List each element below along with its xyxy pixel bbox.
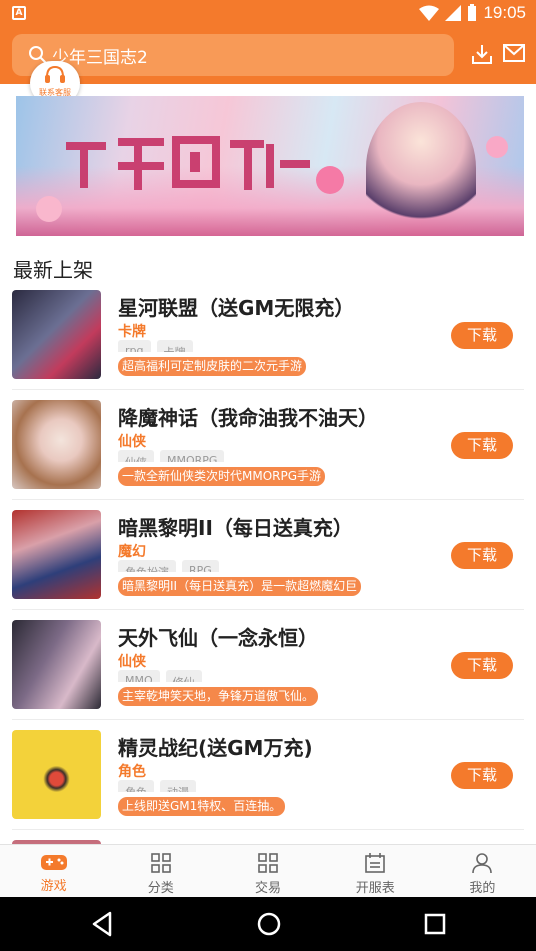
game-category: 仙侠 <box>118 434 146 450</box>
grid-icon <box>258 853 278 873</box>
tag: 仙侠 <box>118 450 154 462</box>
game-description: 暗黑黎明II（每日送真充）是一款超燃魔幻巨 <box>118 577 362 596</box>
download-button[interactable]: 下载 <box>451 542 513 569</box>
battery-icon <box>468 4 477 21</box>
game-list-item[interactable]: 天外飞仙（一念永恒） 仙侠 MMO 修仙 主宰乾坤笑天地，争锋万道傲飞仙。 下载 <box>0 610 536 720</box>
grid-icon <box>150 853 171 873</box>
tab-label: 开服表 <box>355 881 395 896</box>
game-list-item[interactable]: 精灵战纪(送GM万充) 角色 角色 动漫 上线即送GM1特权、百连抽。 下载 <box>0 720 536 830</box>
recent-apps-icon[interactable] <box>424 913 446 935</box>
system-navigation-bar <box>0 897 536 951</box>
download-button[interactable]: 下载 <box>451 762 513 789</box>
download-button[interactable]: 下载 <box>451 322 513 349</box>
game-list-item[interactable] <box>0 830 536 844</box>
game-category: 卡牌 <box>118 324 146 340</box>
tag: MMORPG <box>160 450 225 462</box>
tag: 角色 <box>118 780 154 792</box>
banner-logo-art <box>66 136 310 190</box>
tab-label: 我的 <box>469 881 496 896</box>
mail-icon[interactable] <box>503 44 525 62</box>
game-list-item[interactable]: 降魔神话（我命油我不油天） 仙侠 仙侠 MMORPG 一款全新仙侠类次时代MMO… <box>0 390 536 500</box>
tag: 角色扮演 <box>118 560 176 572</box>
game-name: 降魔神话（我命油我不油天） <box>118 406 378 430</box>
tab-label: 游戏 <box>40 879 67 894</box>
tag: RPG <box>182 560 219 572</box>
game-thumbnail <box>12 400 101 489</box>
back-icon[interactable] <box>90 911 114 937</box>
game-category: 角色 <box>118 764 146 780</box>
wifi-icon <box>419 5 440 21</box>
gamepad-icon <box>40 855 67 870</box>
app-screen: A 19:05 少年三国志2 联系客服 最新上架 星河联盟（送GM无限充） 卡牌… <box>0 0 536 951</box>
game-description: 一款全新仙侠类次时代MMORPG手游 <box>118 467 326 486</box>
promo-banner[interactable] <box>16 96 524 236</box>
game-tags: 角色 动漫 <box>118 780 196 792</box>
game-thumbnail <box>12 620 101 709</box>
game-tags: 角色扮演 RPG <box>118 560 219 572</box>
game-name: 星河联盟（送GM无限充） <box>118 296 355 320</box>
game-tags: MMO 修仙 <box>118 670 202 682</box>
game-tags: rpg 卡牌 <box>118 340 193 352</box>
download-icon[interactable] <box>471 43 493 65</box>
tab-label: 交易 <box>255 881 282 896</box>
clock: 19:05 <box>483 3 526 22</box>
calendar-icon <box>365 853 386 873</box>
notification-icon: A <box>12 6 26 20</box>
game-thumbnail <box>12 290 101 379</box>
game-category: 魔幻 <box>118 544 146 560</box>
game-list-item[interactable]: 星河联盟（送GM无限充） 卡牌 rpg 卡牌 超高福利可定制皮肤的二次元手游 下… <box>0 280 536 390</box>
game-description: 主宰乾坤笑天地，争锋万道傲飞仙。 <box>118 687 319 706</box>
person-icon <box>472 853 493 874</box>
game-thumbnail <box>12 730 101 819</box>
tab-trade[interactable]: 交易 <box>214 845 321 897</box>
bottom-navigation: 游戏 分类 交易 开服表 我的 <box>0 844 536 897</box>
download-button[interactable]: 下载 <box>451 652 513 679</box>
tab-category[interactable]: 分类 <box>107 845 214 897</box>
top-header: 少年三国志2 <box>0 26 536 84</box>
section-title: 最新上架 <box>13 258 93 282</box>
game-name: 暗黑黎明II（每日送真充） <box>118 516 353 540</box>
download-button[interactable]: 下载 <box>451 432 513 459</box>
headset-icon <box>45 65 65 83</box>
game-category: 仙侠 <box>118 654 146 670</box>
tag: rpg <box>118 340 151 352</box>
tab-label: 分类 <box>147 881 174 896</box>
tab-games[interactable]: 游戏 <box>0 845 107 897</box>
tag: 动漫 <box>160 780 196 792</box>
game-description: 超高福利可定制皮肤的二次元手游 <box>118 357 307 376</box>
game-name: 天外飞仙（一念永恒） <box>118 626 318 650</box>
game-list-item[interactable]: 暗黑黎明II（每日送真充） 魔幻 角色扮演 RPG 暗黑黎明II（每日送真充）是… <box>0 500 536 610</box>
tab-profile[interactable]: 我的 <box>429 845 536 897</box>
banner-character-art <box>366 102 476 234</box>
home-icon[interactable] <box>256 911 282 937</box>
status-bar: A 19:05 <box>0 0 536 26</box>
game-description: 上线即送GM1特权、百连抽。 <box>118 797 286 816</box>
tab-server-schedule[interactable]: 开服表 <box>322 845 429 897</box>
game-thumbnail <box>12 510 101 599</box>
game-name: 精灵战纪(送GM万充) <box>118 736 313 760</box>
signal-icon <box>445 5 462 21</box>
tag: 修仙 <box>165 670 202 682</box>
tag: MMO <box>118 670 160 682</box>
game-tags: 仙侠 MMORPG <box>118 450 225 462</box>
tag: 卡牌 <box>156 340 193 352</box>
